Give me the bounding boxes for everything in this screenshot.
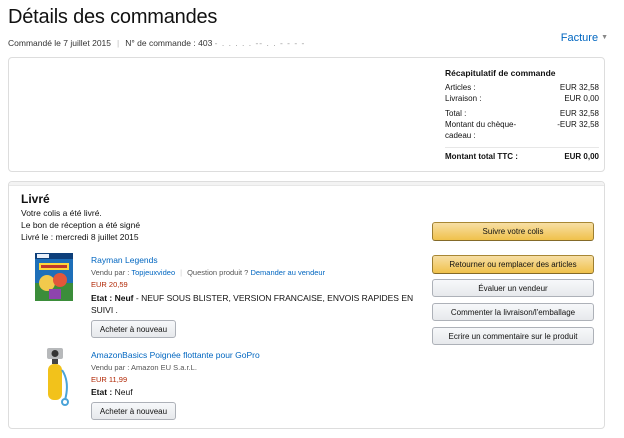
summary-row-grand-total: Montant total TTC : EUR 0,00 — [445, 147, 599, 162]
order-number-label: N° de commande : — [125, 38, 196, 48]
rate-seller-button[interactable]: Évaluer un vendeur — [432, 279, 594, 297]
condition-note: - NEUF SOUS BLISTER, VERSION FRANCAISE, … — [91, 293, 414, 315]
summary-value: EUR 0,00 — [564, 94, 599, 103]
item-price: EUR 11,99 — [91, 375, 128, 384]
summary-value: -EUR 32,58 — [557, 120, 599, 129]
order-number: 403 — [198, 38, 213, 48]
shipment-status-line: Le bon de réception a été signé — [21, 220, 141, 230]
condition-label: Etat : — [91, 293, 113, 303]
question-label: Question produit ? — [187, 268, 249, 277]
gopro-floating-grip-image[interactable] — [39, 346, 71, 413]
summary-title: Récapitulatif de commande — [445, 68, 556, 78]
return-replace-button[interactable]: Retourner ou remplacer des articles — [432, 255, 594, 274]
summary-row-shipping: Livraison : EUR 0,00 — [445, 93, 599, 104]
page-title: Détails des commandes — [8, 6, 218, 28]
summary-label: Total : — [445, 109, 467, 118]
track-package-button[interactable]: Suivre votre colis — [432, 222, 594, 241]
shipment-status: Livré — [21, 192, 50, 206]
meta-divider: | — [117, 38, 120, 48]
sold-by-label: Vendu par : — [91, 268, 130, 277]
item-seller-line: Vendu par : Topjeuxvideo | Question produi… — [91, 268, 325, 277]
divider: | — [180, 268, 183, 277]
item-condition: Etat : Neuf - NEUF SOUS BLISTER, VERSION… — [91, 292, 431, 316]
order-meta: Commandé le 7 juillet 2015 | N° de command… — [8, 38, 305, 48]
order-summary-box: Récapitulatif de commande Articles : EUR… — [8, 57, 605, 172]
condition-value: Neuf — [114, 387, 133, 397]
summary-value: EUR 32,58 — [559, 83, 599, 92]
order-number-masked: - . . . . . -- . . - - - - — [214, 38, 306, 48]
summary-label: Livraison : — [445, 94, 482, 103]
caret-down-icon: ▼ — [601, 34, 608, 41]
summary-row-items: Articles : EUR 32,58 — [445, 82, 599, 93]
seller-link[interactable]: Topjeuxvideo — [131, 268, 175, 277]
shipment-header-band — [9, 182, 604, 186]
contact-seller-link[interactable]: Demander au vendeur — [250, 268, 325, 277]
shipment-status-line: Livré le : mercredi 8 juillet 2015 — [21, 232, 139, 242]
summary-row-gift-card: Montant du chèque-cadeau : -EUR 32,58 — [445, 119, 599, 141]
shipment-status-line: Votre colis a été livré. — [21, 208, 102, 218]
shipment-box: Livré Votre colis a été livré. Le bon de… — [8, 181, 605, 429]
buy-again-button[interactable]: Acheter à nouveau — [91, 402, 176, 420]
summary-label: Articles : — [445, 83, 476, 92]
summary-row-total: Total : EUR 32,58 — [445, 108, 599, 119]
rayman-legends-cover-image[interactable] — [35, 253, 73, 306]
grand-total-label: Montant total TTC : — [445, 152, 518, 161]
item-seller-line: Vendu par : Amazon EU S.a.r.L. — [91, 363, 197, 372]
order-summary: Récapitulatif de commande Articles : EUR… — [445, 68, 599, 162]
summary-label: Montant du chèque-cadeau : — [445, 120, 517, 140]
invoice-dropdown[interactable]: Facture ▼ — [561, 32, 608, 44]
order-date: Commandé le 7 juillet 2015 — [8, 38, 112, 48]
grand-total-value: EUR 0,00 — [564, 152, 599, 161]
delivery-feedback-button[interactable]: Commenter la livraison/l'emballage — [432, 303, 594, 321]
condition-label: Etat : — [91, 387, 113, 397]
item-title-link[interactable]: Rayman Legends — [91, 255, 158, 265]
buy-again-button[interactable]: Acheter à nouveau — [91, 320, 176, 338]
summary-value: EUR 32,58 — [559, 109, 599, 118]
item-title-link[interactable]: AmazonBasics Poignée flottante pour GoPr… — [91, 350, 260, 360]
invoice-label: Facture — [560, 32, 599, 44]
write-review-button[interactable]: Ecrire un commentaire sur le produit — [432, 327, 594, 345]
item-price: EUR 20,59 — [91, 280, 128, 289]
item-condition: Etat : Neuf — [91, 386, 133, 398]
condition-value: Neuf — [114, 293, 134, 303]
